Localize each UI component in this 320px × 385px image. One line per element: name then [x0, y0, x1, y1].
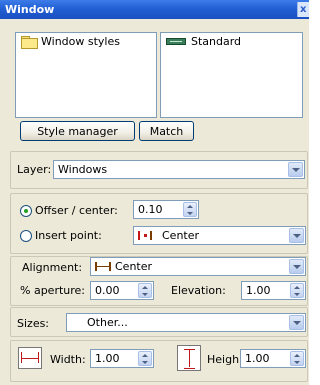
height-value: 1.00 — [245, 352, 270, 365]
insert-point-icon — [138, 231, 158, 240]
alignment-value: Center — [115, 260, 153, 273]
height-label: Heigh — [207, 353, 240, 366]
window-standard-icon — [166, 37, 186, 45]
height-icon — [177, 345, 201, 371]
spinner-icon[interactable] — [138, 283, 152, 298]
style-manager-button[interactable]: Style manager — [20, 121, 135, 141]
spinner-icon[interactable] — [138, 351, 152, 366]
insert-point-dropdown[interactable]: Center — [133, 226, 306, 245]
offset-center-stepper[interactable]: 0.10 — [133, 200, 199, 219]
layer-dropdown[interactable]: Windows — [53, 160, 305, 179]
offset-center-value: 0.10 — [138, 203, 163, 216]
width-value: 1.00 — [95, 352, 120, 365]
close-icon[interactable]: x — [297, 2, 309, 17]
elevation-stepper[interactable]: 1.00 — [241, 281, 306, 300]
insert-point-radio[interactable] — [20, 230, 32, 242]
list-item[interactable]: Standard — [161, 33, 302, 49]
height-stepper[interactable]: 1.00 — [240, 349, 306, 368]
styles-list[interactable]: Standard — [160, 32, 303, 118]
elevation-label: Elevation: — [171, 284, 226, 297]
sizes-dropdown[interactable]: Other... — [66, 313, 306, 332]
sizes-value: Other... — [87, 316, 128, 329]
layer-value: Windows — [58, 163, 108, 176]
window-title: Window — [5, 3, 55, 16]
offset-center-label[interactable]: Offser / center: — [35, 204, 118, 218]
alignment-dropdown[interactable]: Center — [90, 257, 306, 276]
chevron-down-icon[interactable] — [289, 259, 304, 274]
layer-label: Layer: — [17, 163, 52, 176]
spinner-icon[interactable] — [290, 283, 304, 298]
elevation-value: 1.00 — [246, 284, 271, 297]
aperture-stepper[interactable]: 0.00 — [90, 281, 154, 300]
center-alignment-icon — [95, 262, 111, 271]
window-titlebar: Window — [0, 0, 309, 19]
folder-icon — [21, 35, 38, 49]
width-icon — [18, 347, 42, 369]
chevron-down-icon[interactable] — [289, 228, 304, 243]
match-button[interactable]: Match — [139, 121, 194, 141]
list-item[interactable]: Window styles — [16, 33, 156, 49]
width-stepper[interactable]: 1.00 — [90, 349, 154, 368]
sizes-label: Sizes: — [17, 317, 50, 330]
spinner-icon[interactable] — [183, 202, 197, 217]
aperture-label: % aperture: — [20, 284, 86, 297]
alignment-label: Alignment: — [22, 261, 83, 274]
list-item-label: Window styles — [41, 34, 120, 48]
style-folders-list[interactable]: Window styles — [15, 32, 157, 118]
width-label: Width: — [50, 353, 86, 366]
chevron-down-icon[interactable] — [288, 162, 303, 177]
insert-point-value: Center — [162, 229, 200, 242]
list-item-label: Standard — [191, 34, 242, 48]
aperture-value: 0.00 — [95, 284, 120, 297]
spinner-icon[interactable] — [290, 351, 304, 366]
chevron-down-icon[interactable] — [289, 315, 304, 330]
offset-center-radio[interactable] — [20, 205, 32, 217]
insert-point-label[interactable]: Insert point: — [35, 229, 102, 243]
